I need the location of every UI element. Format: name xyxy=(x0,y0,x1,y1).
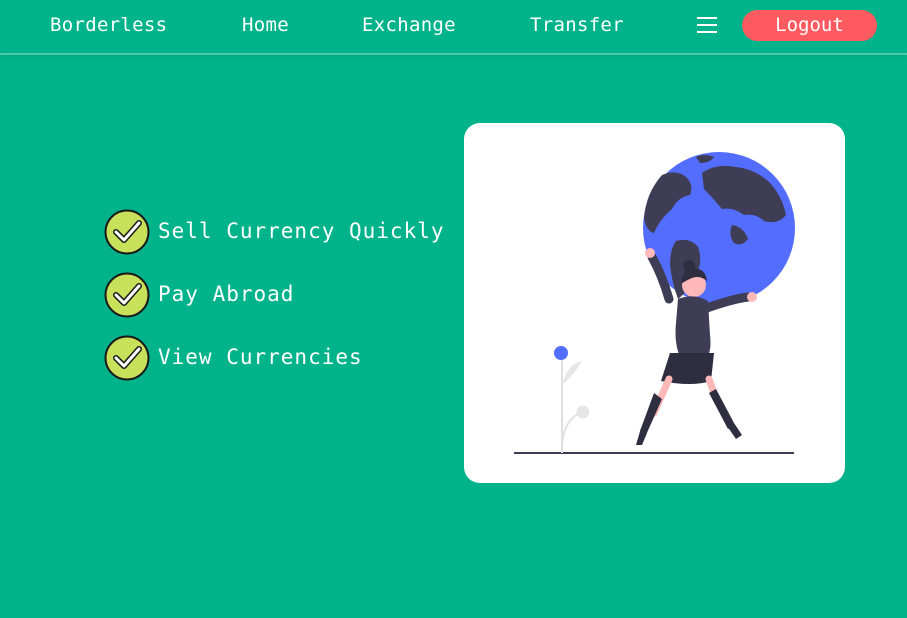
nav-transfer-link[interactable]: Transfer xyxy=(530,13,624,37)
nav-exchange-link[interactable]: Exchange xyxy=(362,13,456,37)
hamburger-menu-icon[interactable] xyxy=(697,17,717,33)
feature-label: Pay Abroad xyxy=(158,282,295,306)
check-circle-icon xyxy=(104,335,150,381)
brand-logo-link[interactable]: Borderless xyxy=(50,13,167,37)
feature-label: View Currencies xyxy=(158,345,363,369)
illustration-card xyxy=(464,123,845,483)
woman-holding-globe-illustration xyxy=(514,152,795,454)
check-circle-icon xyxy=(104,209,150,255)
check-circle-icon xyxy=(104,272,150,318)
logout-button[interactable]: Logout xyxy=(742,10,877,41)
feature-label: Sell Currency Quickly xyxy=(158,219,445,243)
nav-home-link[interactable]: Home xyxy=(242,13,289,37)
top-navbar: Borderless Home Exchange Transfer Logout xyxy=(0,0,907,55)
